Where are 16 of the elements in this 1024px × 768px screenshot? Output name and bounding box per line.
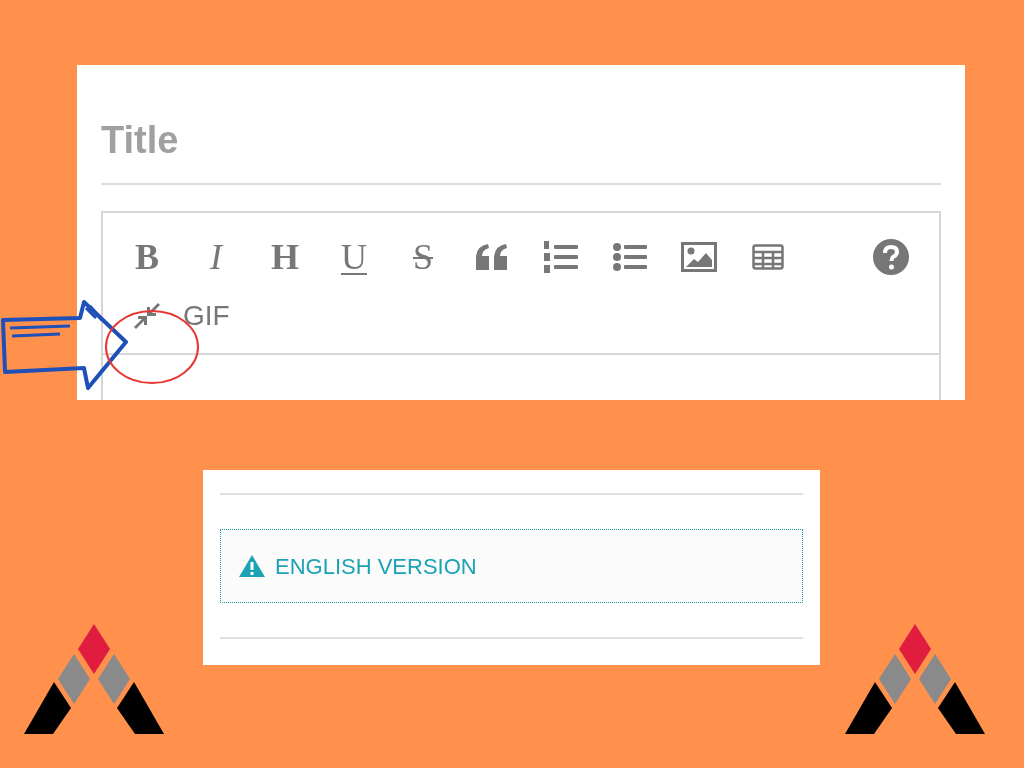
image-icon bbox=[681, 242, 717, 272]
gif-button[interactable]: GIF bbox=[181, 294, 232, 338]
table-icon bbox=[752, 244, 784, 270]
quote-icon bbox=[476, 244, 508, 270]
warning-icon bbox=[239, 555, 265, 577]
help-icon bbox=[873, 239, 909, 275]
format-button[interactable]: I bbox=[192, 235, 240, 279]
bullet-list-icon bbox=[613, 242, 647, 272]
compress-icon bbox=[132, 301, 162, 331]
numbered-list-icon bbox=[544, 240, 578, 274]
notice-label: ENGLISH VERSION bbox=[275, 552, 477, 581]
title-field[interactable]: Title bbox=[101, 117, 941, 163]
format-button[interactable]: H bbox=[261, 235, 309, 279]
format-button[interactable]: B bbox=[123, 235, 171, 279]
format-button[interactable]: S bbox=[399, 235, 447, 279]
format-button[interactable]: U bbox=[330, 235, 378, 279]
